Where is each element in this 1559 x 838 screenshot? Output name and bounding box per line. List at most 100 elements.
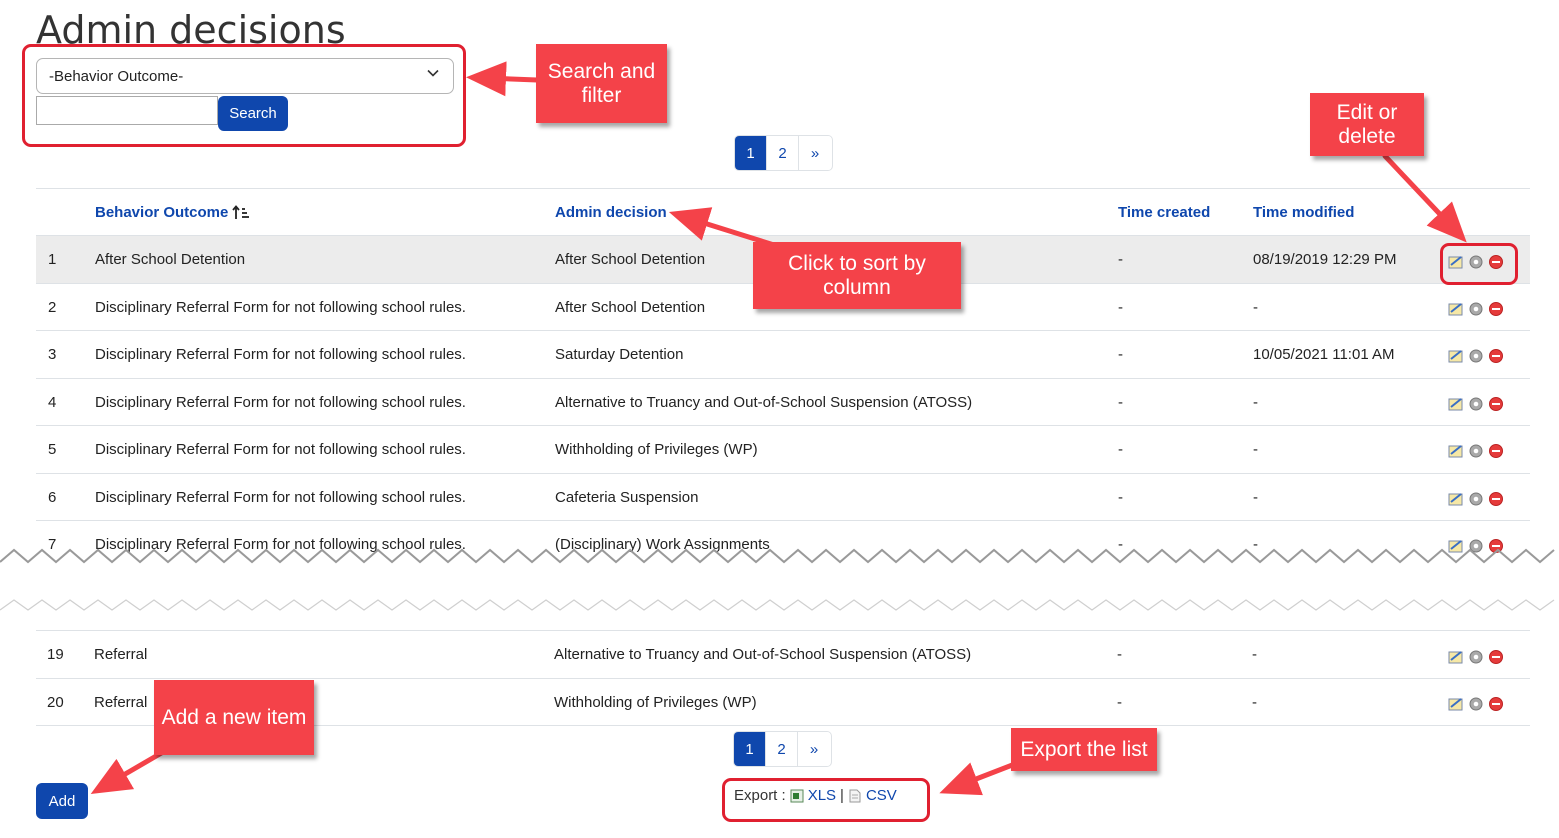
search-arrow	[466, 61, 540, 97]
time-created-cell: -	[1118, 489, 1123, 506]
row-divider	[36, 425, 1530, 426]
row-actions	[1448, 649, 1508, 665]
gear-icon[interactable]	[1468, 649, 1484, 665]
page-2-button[interactable]: 2	[766, 732, 798, 766]
row-actions	[1448, 696, 1508, 712]
row-actions	[1448, 443, 1508, 459]
time-created-cell: -	[1117, 694, 1122, 711]
gear-icon[interactable]	[1468, 443, 1484, 459]
row-divider	[36, 678, 1530, 679]
sort-time-created-header[interactable]: Time created	[1118, 204, 1210, 221]
sort-behavior-outcome-header[interactable]: Behavior Outcome	[95, 204, 250, 221]
behavior-outcome-cell: Referral	[94, 694, 148, 711]
time-modified-cell: 08/19/2019 12:29 PM	[1253, 251, 1397, 268]
gear-icon[interactable]	[1468, 301, 1484, 317]
pagination-bottom: 1 2 »	[733, 731, 832, 767]
gear-icon[interactable]	[1468, 491, 1484, 507]
edit-icon[interactable]	[1448, 396, 1464, 412]
edit-icon[interactable]	[1448, 491, 1464, 507]
pagination-top: 1 2 »	[734, 135, 833, 171]
gear-icon[interactable]	[1468, 348, 1484, 364]
delete-icon[interactable]	[1488, 491, 1504, 507]
admin-decision-cell: Saturday Detention	[555, 346, 684, 363]
time-created-cell: -	[1118, 346, 1123, 363]
next-page-button[interactable]: »	[798, 732, 830, 766]
next-page-button[interactable]: »	[799, 136, 831, 170]
delete-icon[interactable]	[1488, 301, 1504, 317]
row-actions	[1448, 301, 1508, 317]
behavior-outcome-cell: Referral	[94, 646, 148, 663]
behavior-outcome-cell: Disciplinary Referral Form for not follo…	[95, 489, 466, 506]
sort-time-modified-header[interactable]: Time modified	[1253, 204, 1354, 221]
edit-icon[interactable]	[1448, 696, 1464, 712]
torn-edge-separator	[0, 548, 1559, 618]
export-highlight-box	[722, 778, 930, 822]
time-modified-cell: -	[1253, 441, 1258, 458]
edit-delete-highlight-box	[1440, 243, 1518, 285]
edit-icon[interactable]	[1448, 443, 1464, 459]
admin-decision-cell: Withholding of Privileges (WP)	[555, 441, 758, 458]
time-created-cell: -	[1118, 299, 1123, 316]
time-modified-cell: 10/05/2021 11:01 AM	[1253, 346, 1395, 363]
row-number: 5	[48, 441, 57, 458]
time-modified-cell: -	[1253, 299, 1258, 316]
edit-delete-callout: Edit or delete	[1310, 93, 1424, 156]
delete-icon[interactable]	[1488, 696, 1504, 712]
time-created-cell: -	[1117, 646, 1122, 663]
behavior-outcome-cell: Disciplinary Referral Form for not follo…	[95, 346, 466, 363]
add-callout: Add a new item	[154, 680, 314, 755]
time-modified-cell: -	[1253, 394, 1258, 411]
export-callout: Export the list	[1011, 728, 1157, 771]
time-created-cell: -	[1118, 394, 1123, 411]
row-number: 19	[47, 646, 64, 663]
row-number: 4	[48, 394, 57, 411]
row-actions	[1448, 491, 1508, 507]
sort-callout: Click to sort by column	[753, 242, 961, 309]
behavior-outcome-cell: Disciplinary Referral Form for not follo…	[95, 441, 466, 458]
search-filter-callout: Search and filter	[536, 44, 667, 123]
delete-icon[interactable]	[1488, 443, 1504, 459]
row-number: 2	[48, 299, 57, 316]
admin-decision-cell: Withholding of Privileges (WP)	[554, 694, 757, 711]
time-created-cell: -	[1118, 441, 1123, 458]
admin-decision-cell: After School Detention	[555, 251, 706, 268]
page-1-button[interactable]: 1	[734, 732, 766, 766]
delete-icon[interactable]	[1488, 396, 1504, 412]
time-modified-cell: -	[1252, 694, 1257, 711]
row-divider	[36, 520, 1530, 521]
row-number: 1	[48, 251, 57, 268]
row-number: 20	[47, 694, 64, 711]
add-button[interactable]: Add	[36, 783, 88, 819]
row-number: 6	[48, 489, 57, 506]
table-top-border	[36, 188, 1530, 189]
page-1-button[interactable]: 1	[735, 136, 767, 170]
row-divider	[36, 330, 1530, 331]
page-2-button[interactable]: 2	[767, 136, 799, 170]
admin-decision-cell: Alternative to Truancy and Out-of-School…	[555, 394, 973, 411]
behavior-outcome-cell: After School Detention	[95, 251, 246, 268]
time-modified-cell: -	[1253, 489, 1258, 506]
header-behavior-outcome-label: Behavior Outcome	[95, 204, 229, 221]
edit-icon[interactable]	[1448, 301, 1464, 317]
edit-icon[interactable]	[1448, 649, 1464, 665]
sort-ascending-icon	[232, 204, 250, 219]
row-divider	[36, 378, 1530, 379]
row-actions	[1448, 348, 1508, 364]
admin-decision-cell: Alternative to Truancy and Out-of-School…	[554, 646, 972, 663]
delete-icon[interactable]	[1488, 649, 1504, 665]
gear-icon[interactable]	[1468, 396, 1484, 412]
edit-icon[interactable]	[1448, 348, 1464, 364]
delete-icon[interactable]	[1488, 348, 1504, 364]
search-filter-highlight-box	[22, 44, 466, 147]
admin-decision-cell: Cafeteria Suspension	[555, 489, 699, 506]
time-created-cell: -	[1118, 251, 1123, 268]
row-divider	[36, 630, 1530, 631]
admin-decision-cell: After School Detention	[555, 299, 706, 316]
row-number: 3	[48, 346, 57, 363]
row-actions	[1448, 396, 1508, 412]
behavior-outcome-cell: Disciplinary Referral Form for not follo…	[95, 394, 466, 411]
time-modified-cell: -	[1252, 646, 1257, 663]
gear-icon[interactable]	[1468, 696, 1484, 712]
edit-delete-arrow	[1382, 153, 1467, 243]
sort-admin-decision-header[interactable]: Admin decision	[555, 204, 667, 221]
